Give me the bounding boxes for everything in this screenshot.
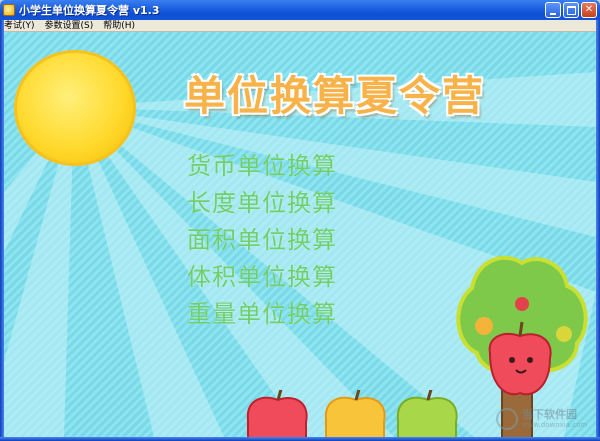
watermark: 当下软件园 www.downxia.com <box>496 402 592 434</box>
option-length-conversion[interactable]: 长度单位换算 <box>187 185 337 222</box>
app-banner-title: 单位换算夏令营 <box>184 72 485 120</box>
maximize-button[interactable] <box>563 2 579 18</box>
sun-decoration <box>14 50 136 166</box>
option-weight-conversion[interactable]: 重量单位换算 <box>187 296 337 333</box>
option-currency-conversion[interactable]: 货币单位换算 <box>187 148 337 185</box>
app-icon[interactable] <box>3 4 15 16</box>
window-frame-left <box>0 20 4 441</box>
window-controls: ✕ <box>545 2 597 18</box>
maximize-icon <box>566 5 576 15</box>
minimize-icon <box>550 12 556 15</box>
main-canvas: 单位换算夏令营 货币单位换算 长度单位换算 面积单位换算 体积单位换算 重量单位… <box>4 32 596 437</box>
app-window: 小学生单位换算夏令营 v1.3 ✕ 考试(Y) 参数设置(S) 帮助(H) 单位… <box>0 0 600 441</box>
option-area-conversion[interactable]: 面积单位换算 <box>187 222 337 259</box>
close-icon: ✕ <box>584 4 594 15</box>
minimize-button[interactable] <box>545 2 561 18</box>
apple-row-decoration <box>246 390 458 437</box>
watermark-url: www.downxia.com <box>522 421 588 429</box>
conversion-menu: 货币单位换算 长度单位换算 面积单位换算 体积单位换算 重量单位换算 <box>187 148 337 333</box>
menu-exam[interactable]: 考试(Y) <box>4 20 35 32</box>
window-frame-right <box>596 20 600 441</box>
close-button[interactable]: ✕ <box>581 2 597 18</box>
menu-bar: 考试(Y) 参数设置(S) 帮助(H) <box>0 20 600 32</box>
title-bar[interactable]: 小学生单位换算夏令营 v1.3 ✕ <box>0 0 600 20</box>
watermark-logo-icon <box>496 408 518 430</box>
menu-help[interactable]: 帮助(H) <box>103 20 135 32</box>
menu-settings[interactable]: 参数设置(S) <box>45 20 94 32</box>
window-frame-bottom <box>0 437 600 441</box>
watermark-text: 当下软件园 <box>522 408 577 421</box>
window-title: 小学生单位换算夏令营 v1.3 <box>19 4 160 17</box>
option-volume-conversion[interactable]: 体积单位换算 <box>187 259 337 296</box>
